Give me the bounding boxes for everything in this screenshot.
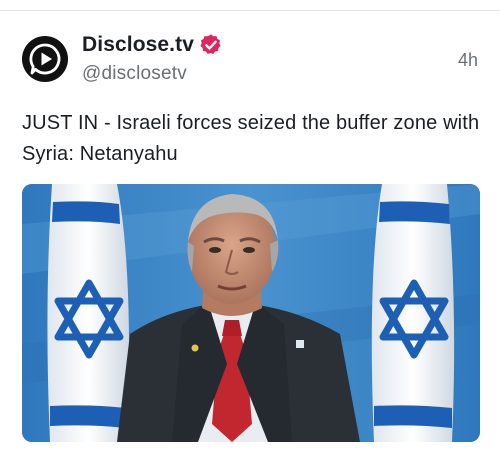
post-media-image[interactable] <box>22 184 480 442</box>
left-flag <box>47 184 130 442</box>
play-bubble-icon <box>29 43 61 75</box>
post-timestamp[interactable]: 4h <box>458 50 478 71</box>
post-text: JUST IN - Israeli forces seized the buff… <box>22 112 480 165</box>
speaker-with-flags-image <box>22 184 480 442</box>
author-avatar[interactable] <box>22 36 68 82</box>
post-card[interactable]: Disclose.tv @disclosetv 4h JUST IN - Isr… <box>0 0 500 464</box>
right-flag <box>371 184 455 442</box>
verified-badge-icon <box>200 34 221 54</box>
author-handle[interactable]: @disclosetv <box>82 63 187 85</box>
author-name-row: Disclose.tv <box>82 33 223 57</box>
author-display-name[interactable]: Disclose.tv <box>82 33 194 57</box>
